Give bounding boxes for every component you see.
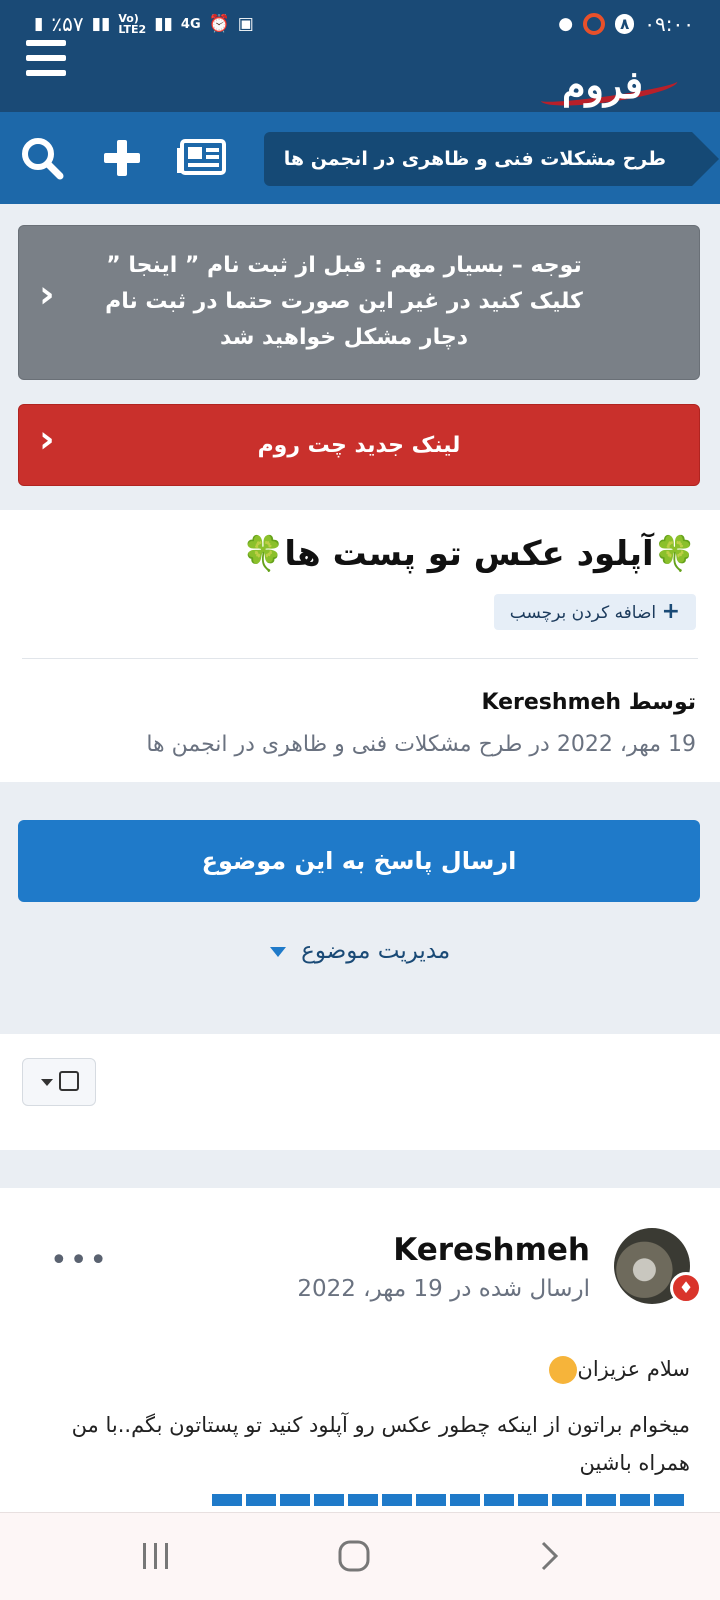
ring-icon — [583, 13, 606, 35]
post-date: ارسال شده در 19 مهر، 2022 — [297, 1276, 590, 1302]
drop-icon: ● — [558, 14, 574, 34]
newspaper-icon[interactable] — [176, 134, 228, 182]
caret-down-icon — [269, 946, 286, 957]
select-posts-dropdown[interactable] — [22, 1058, 96, 1106]
manage-topic-menu[interactable]: مدیریت موضوع — [0, 938, 720, 964]
by-prefix: توسط — [628, 690, 696, 715]
more-options-icon[interactable]: ••• — [50, 1246, 109, 1276]
clock: ۰۹:۰۰ — [644, 12, 694, 36]
post-paragraph: میخوام براتون از اینکه چطور عکس رو آپلود… — [71, 1413, 690, 1475]
signal-icon: ▮▮ — [91, 14, 111, 34]
chevron-left-icon: ‹ — [39, 272, 55, 316]
notification-count: ۸ — [615, 14, 635, 34]
breadcrumb[interactable]: طرح مشکلات فنی و ظاهری در انجمن ها — [263, 132, 720, 186]
navigation-bar: طرح مشکلات فنی و ظاهری در انجمن ها — [0, 112, 720, 204]
signal-icon-2: ▮▮ — [154, 14, 173, 34]
hug-emoji-icon — [549, 1356, 578, 1384]
chatroom-link-text: لینک جدید چت روم — [257, 433, 461, 458]
post-greeting: سلام عزیزان — [40, 1350, 690, 1388]
topic-author-link[interactable]: Kereshmeh — [481, 690, 621, 715]
search-icon[interactable] — [18, 134, 66, 182]
topic-header: 🍀آپلود عکس تو پست ها🍀 + اضافه کردن برچسب… — [0, 510, 720, 782]
important-notice-text: توجه – بسیار مهم : قبل از ثبت نام ” اینج… — [105, 253, 583, 350]
plus-icon[interactable] — [98, 134, 146, 182]
network-label: Vo) LTE2 — [118, 12, 147, 36]
manage-topic-label: مدیریت موضوع — [301, 938, 451, 964]
site-logo[interactable]: فروم — [539, 34, 680, 112]
checkbox-icon — [59, 1071, 79, 1091]
chatroom-link[interactable]: ‹ لینک جدید چت روم — [18, 404, 700, 486]
chevron-left-icon: ‹ — [39, 417, 55, 461]
greeting-text: سلام عزیزان — [577, 1357, 690, 1381]
add-tag-button[interactable]: + اضافه کردن برچسب — [493, 594, 696, 630]
image-strip — [212, 1494, 688, 1506]
avatar[interactable]: ♦ — [614, 1228, 702, 1304]
post-body: سلام عزیزان میخوام براتون از اینکه چطور … — [40, 1350, 690, 1500]
reply-button[interactable]: ارسال پاسخ به این موضوع — [18, 820, 700, 902]
topic-byline: توسط Kereshmeh — [481, 690, 696, 715]
app-header: ▮ ٪۵۷ ▮▮ Vo) LTE2 ▮▮ 4G ⏰ ▣ ● ۸ ۰۹:۰۰ فر… — [0, 0, 720, 112]
caret-down-icon — [41, 1079, 53, 1086]
status-right: ● ۸ ۰۹:۰۰ — [558, 12, 694, 36]
battery-icon: ▮ — [34, 14, 44, 34]
menu-icon[interactable] — [26, 40, 66, 76]
moderation-bar — [0, 1034, 720, 1150]
logo-text: فروم — [562, 62, 644, 107]
post-author[interactable]: Kereshmeh — [393, 1232, 590, 1268]
status-left: ▮ ٪۵۷ ▮▮ Vo) LTE2 ▮▮ 4G ⏰ ▣ — [34, 12, 254, 36]
app-notification-icon: ▣ — [237, 14, 254, 34]
battery-level: ٪۵۷ — [51, 12, 84, 36]
home-icon[interactable] — [334, 1535, 374, 1579]
topic-meta: 19 مهر، 2022 در طرح مشکلات فنی و ظاهری د… — [146, 732, 696, 757]
important-notice[interactable]: ‹ توجه – بسیار مهم : قبل از ثبت نام ” ای… — [18, 225, 700, 380]
plus-icon: + — [661, 599, 680, 624]
bulb-badge-icon: ♦ — [670, 1272, 702, 1304]
recents-icon[interactable] — [138, 1535, 174, 1579]
divider — [22, 658, 698, 659]
network-4g: 4G — [180, 16, 201, 32]
alarm-icon: ⏰ — [208, 14, 230, 34]
page-title: 🍀آپلود عکس تو پست ها🍀 — [242, 534, 696, 574]
system-nav-bar — [0, 1512, 720, 1600]
post: ♦ Kereshmeh ارسال شده در 19 مهر، 2022 ••… — [0, 1188, 720, 1518]
back-icon[interactable] — [534, 1535, 564, 1579]
add-tag-label: اضافه کردن برچسب — [509, 603, 657, 623]
